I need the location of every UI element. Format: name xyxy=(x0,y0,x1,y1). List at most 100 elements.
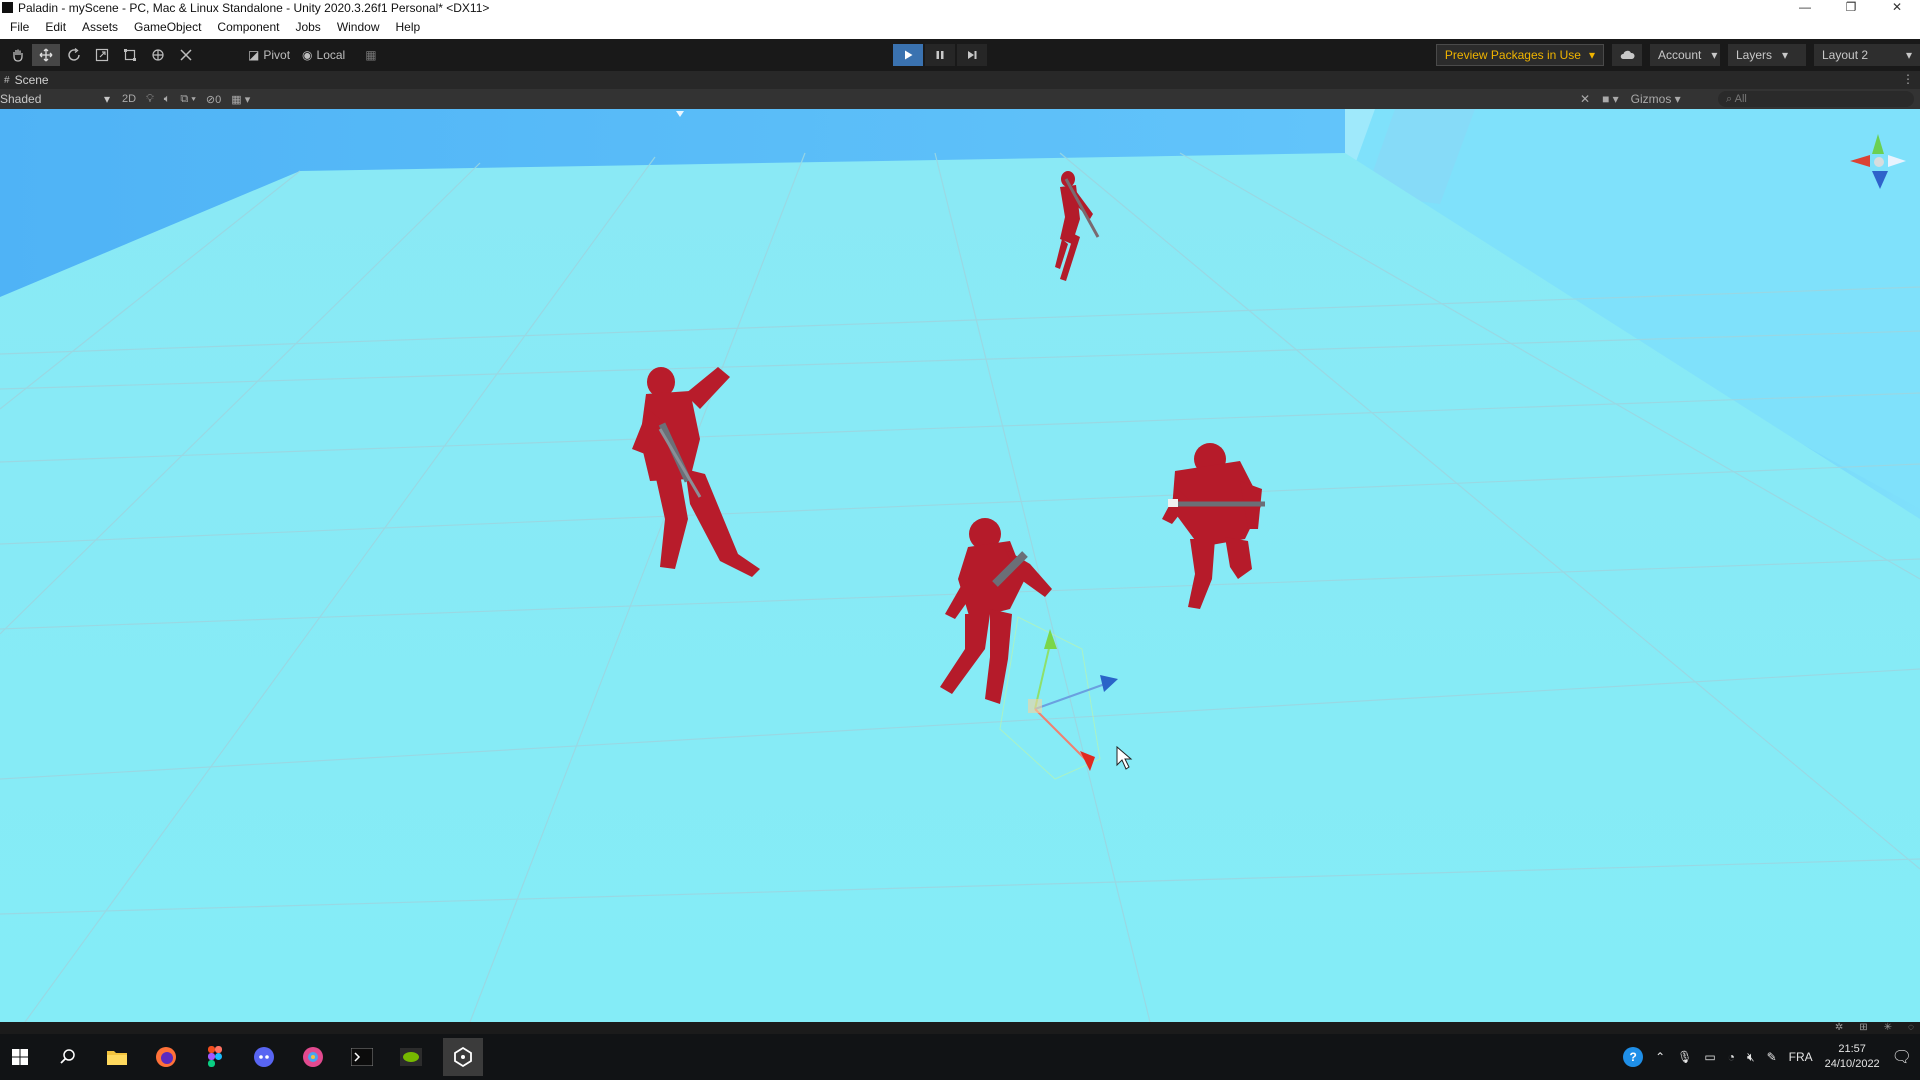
figma-app[interactable] xyxy=(195,1038,235,1076)
menu-window[interactable]: Window xyxy=(329,16,388,39)
minimize-button[interactable]: — xyxy=(1782,0,1828,16)
volume-icon[interactable]: 🔇︎ xyxy=(1747,1050,1755,1065)
system-tray: ? ⌃ 🎙︎ ▭ ◔ 🔇︎ ✎ FRA 21:57 24/10/2022 🗨︎ xyxy=(1623,1034,1920,1080)
scene-tab-label: Scene xyxy=(14,73,49,87)
help-icon[interactable]: ? xyxy=(1623,1047,1644,1067)
language-indicator[interactable]: FRA xyxy=(1789,1050,1813,1064)
pivot-label: Pivot xyxy=(263,48,291,62)
custom-tool-icon[interactable] xyxy=(172,44,200,66)
cloud-button[interactable] xyxy=(1612,44,1642,66)
microphone-icon[interactable]: 🎙︎ xyxy=(1677,1050,1692,1064)
scene-view-right: ✕ ■ ▾ Gizmos ▾ xyxy=(1580,90,1681,108)
scene-search-input[interactable]: ⌕ All xyxy=(1718,91,1914,107)
search-placeholder: All xyxy=(1734,93,1747,105)
menu-jobs[interactable]: Jobs xyxy=(287,16,328,39)
more-options-icon[interactable]: ⋮ xyxy=(1902,72,1914,86)
shading-mode-dropdown[interactable]: Shaded ▾ xyxy=(0,90,114,108)
grid-icon: # xyxy=(4,74,10,86)
gizmos-dropdown[interactable]: Gizmos ▾ xyxy=(1631,92,1681,106)
rotate-tool-icon[interactable] xyxy=(60,44,88,66)
layers-dropdown[interactable]: Layers ▾ xyxy=(1728,44,1806,66)
layout-dropdown[interactable]: Layout 2 ▾ xyxy=(1814,44,1920,66)
cloud-icon xyxy=(1620,50,1635,59)
close-button[interactable]: ✕ xyxy=(1874,0,1920,16)
progress-icon[interactable]: ◌ xyxy=(1908,1022,1914,1033)
camera-icon[interactable]: ■ ▾ xyxy=(1602,92,1619,106)
firefox-icon xyxy=(156,1047,176,1067)
pivot-toggle[interactable]: ◪ Pivot xyxy=(242,44,296,66)
tools-icon[interactable]: ✕ xyxy=(1580,92,1590,106)
terminal-icon xyxy=(351,1048,373,1066)
chevron-down-icon: ▾ xyxy=(1711,48,1718,62)
menu-gameobject[interactable]: GameObject xyxy=(126,16,209,39)
main-toolbar: ◪ Pivot ◉ Local ▦ Preview Packages in Us… xyxy=(0,39,1920,71)
settings-icon[interactable]: ✳ xyxy=(1884,1022,1892,1033)
pause-button[interactable] xyxy=(925,44,955,66)
clock-date: 24/10/2022 xyxy=(1824,1058,1880,1070)
scene-viewport[interactable] xyxy=(0,109,1920,1022)
rect-tool-icon[interactable] xyxy=(116,44,144,66)
chevron-down-icon: ▾ xyxy=(1905,48,1912,62)
notifications-icon[interactable]: 🗨︎ xyxy=(1892,1047,1912,1067)
toggle-2d-button[interactable]: 2D xyxy=(122,93,136,105)
chevron-down-icon: ▾ xyxy=(103,92,110,106)
menu-assets[interactable]: Assets xyxy=(74,16,126,39)
battery-icon[interactable]: ▭ xyxy=(1704,1050,1715,1064)
step-button[interactable] xyxy=(957,44,987,66)
unity-app[interactable] xyxy=(443,1038,483,1076)
firefox-app[interactable] xyxy=(146,1038,186,1076)
lighting-icon[interactable]: 💡︎ xyxy=(146,93,154,106)
window-controls: — ❐ ✕ xyxy=(1782,0,1920,16)
transform-tool-icon[interactable] xyxy=(144,44,172,66)
hidden-objects-toggle[interactable]: ⊘0 xyxy=(206,93,221,106)
local-icon: ◉ xyxy=(302,48,313,62)
terminal-app[interactable] xyxy=(342,1038,382,1076)
menu-component[interactable]: Component xyxy=(209,16,287,39)
chevron-up-icon[interactable]: ⌃ xyxy=(1655,1050,1665,1064)
playmode-controls xyxy=(893,44,987,66)
search-icon xyxy=(60,1049,75,1064)
grid-toggle-icon[interactable]: ▦ ▾ xyxy=(231,93,250,106)
search-icon: ⌕ xyxy=(1726,93,1733,105)
pen-icon[interactable]: ✎ xyxy=(1767,1050,1777,1064)
figma-icon xyxy=(208,1046,222,1067)
wifi-icon[interactable]: ◔ xyxy=(1728,1050,1735,1064)
windows-logo-icon xyxy=(12,1049,28,1065)
network-icon[interactable]: ⊞ xyxy=(1859,1022,1867,1033)
discord-app[interactable] xyxy=(244,1038,284,1076)
menu-help[interactable]: Help xyxy=(388,16,429,39)
grid-snap-icon[interactable]: ▦ xyxy=(359,44,382,66)
browser-app[interactable] xyxy=(293,1038,333,1076)
pivot-toggles: ◪ Pivot ◉ Local ▦ xyxy=(242,44,383,66)
move-tool-icon[interactable] xyxy=(32,44,60,66)
nvidia-icon xyxy=(400,1048,422,1066)
menu-edit[interactable]: Edit xyxy=(37,16,74,39)
chevron-down-icon: ▾ xyxy=(1588,48,1595,62)
browser-icon xyxy=(303,1047,323,1067)
scene-view-options: 2D 💡︎ 🔈︎ ⧉ ▾ ⊘0 ▦ ▾ xyxy=(122,90,250,108)
hand-tool-icon[interactable] xyxy=(4,44,32,66)
taskbar-search-button[interactable] xyxy=(48,1038,88,1076)
account-dropdown[interactable]: Account ▾ xyxy=(1650,44,1720,66)
unity-icon xyxy=(454,1047,472,1067)
play-button[interactable] xyxy=(893,44,923,66)
shading-mode-label: Shaded xyxy=(0,92,42,106)
preview-packages-button[interactable]: Preview Packages in Use ▾ xyxy=(1435,44,1604,66)
clock[interactable]: 21:57 24/10/2022 xyxy=(1825,1042,1880,1072)
tab-scene[interactable]: # Scene xyxy=(4,71,49,89)
start-button[interactable] xyxy=(0,1038,40,1076)
restore-button[interactable]: ❐ xyxy=(1828,0,1874,16)
pause-icon xyxy=(936,51,944,59)
file-explorer-app[interactable] xyxy=(97,1038,137,1076)
effects-icon[interactable]: ⧉ ▾ xyxy=(180,93,196,106)
menu-file[interactable]: File xyxy=(2,16,37,39)
audio-icon[interactable]: 🔈︎ xyxy=(164,93,171,106)
scale-tool-icon[interactable] xyxy=(88,44,116,66)
preview-packages-label: Preview Packages in Use xyxy=(1444,48,1581,62)
title-bar: Paladin - myScene - PC, Mac & Linux Stan… xyxy=(0,0,1920,16)
chevron-down-icon: ▾ xyxy=(1782,48,1789,62)
bug-icon[interactable]: ✲ xyxy=(1835,1022,1843,1033)
nvidia-app[interactable] xyxy=(391,1038,431,1076)
local-toggle[interactable]: ◉ Local xyxy=(296,44,351,66)
scene-tab-bar: # Scene ⋮ xyxy=(0,71,1920,89)
